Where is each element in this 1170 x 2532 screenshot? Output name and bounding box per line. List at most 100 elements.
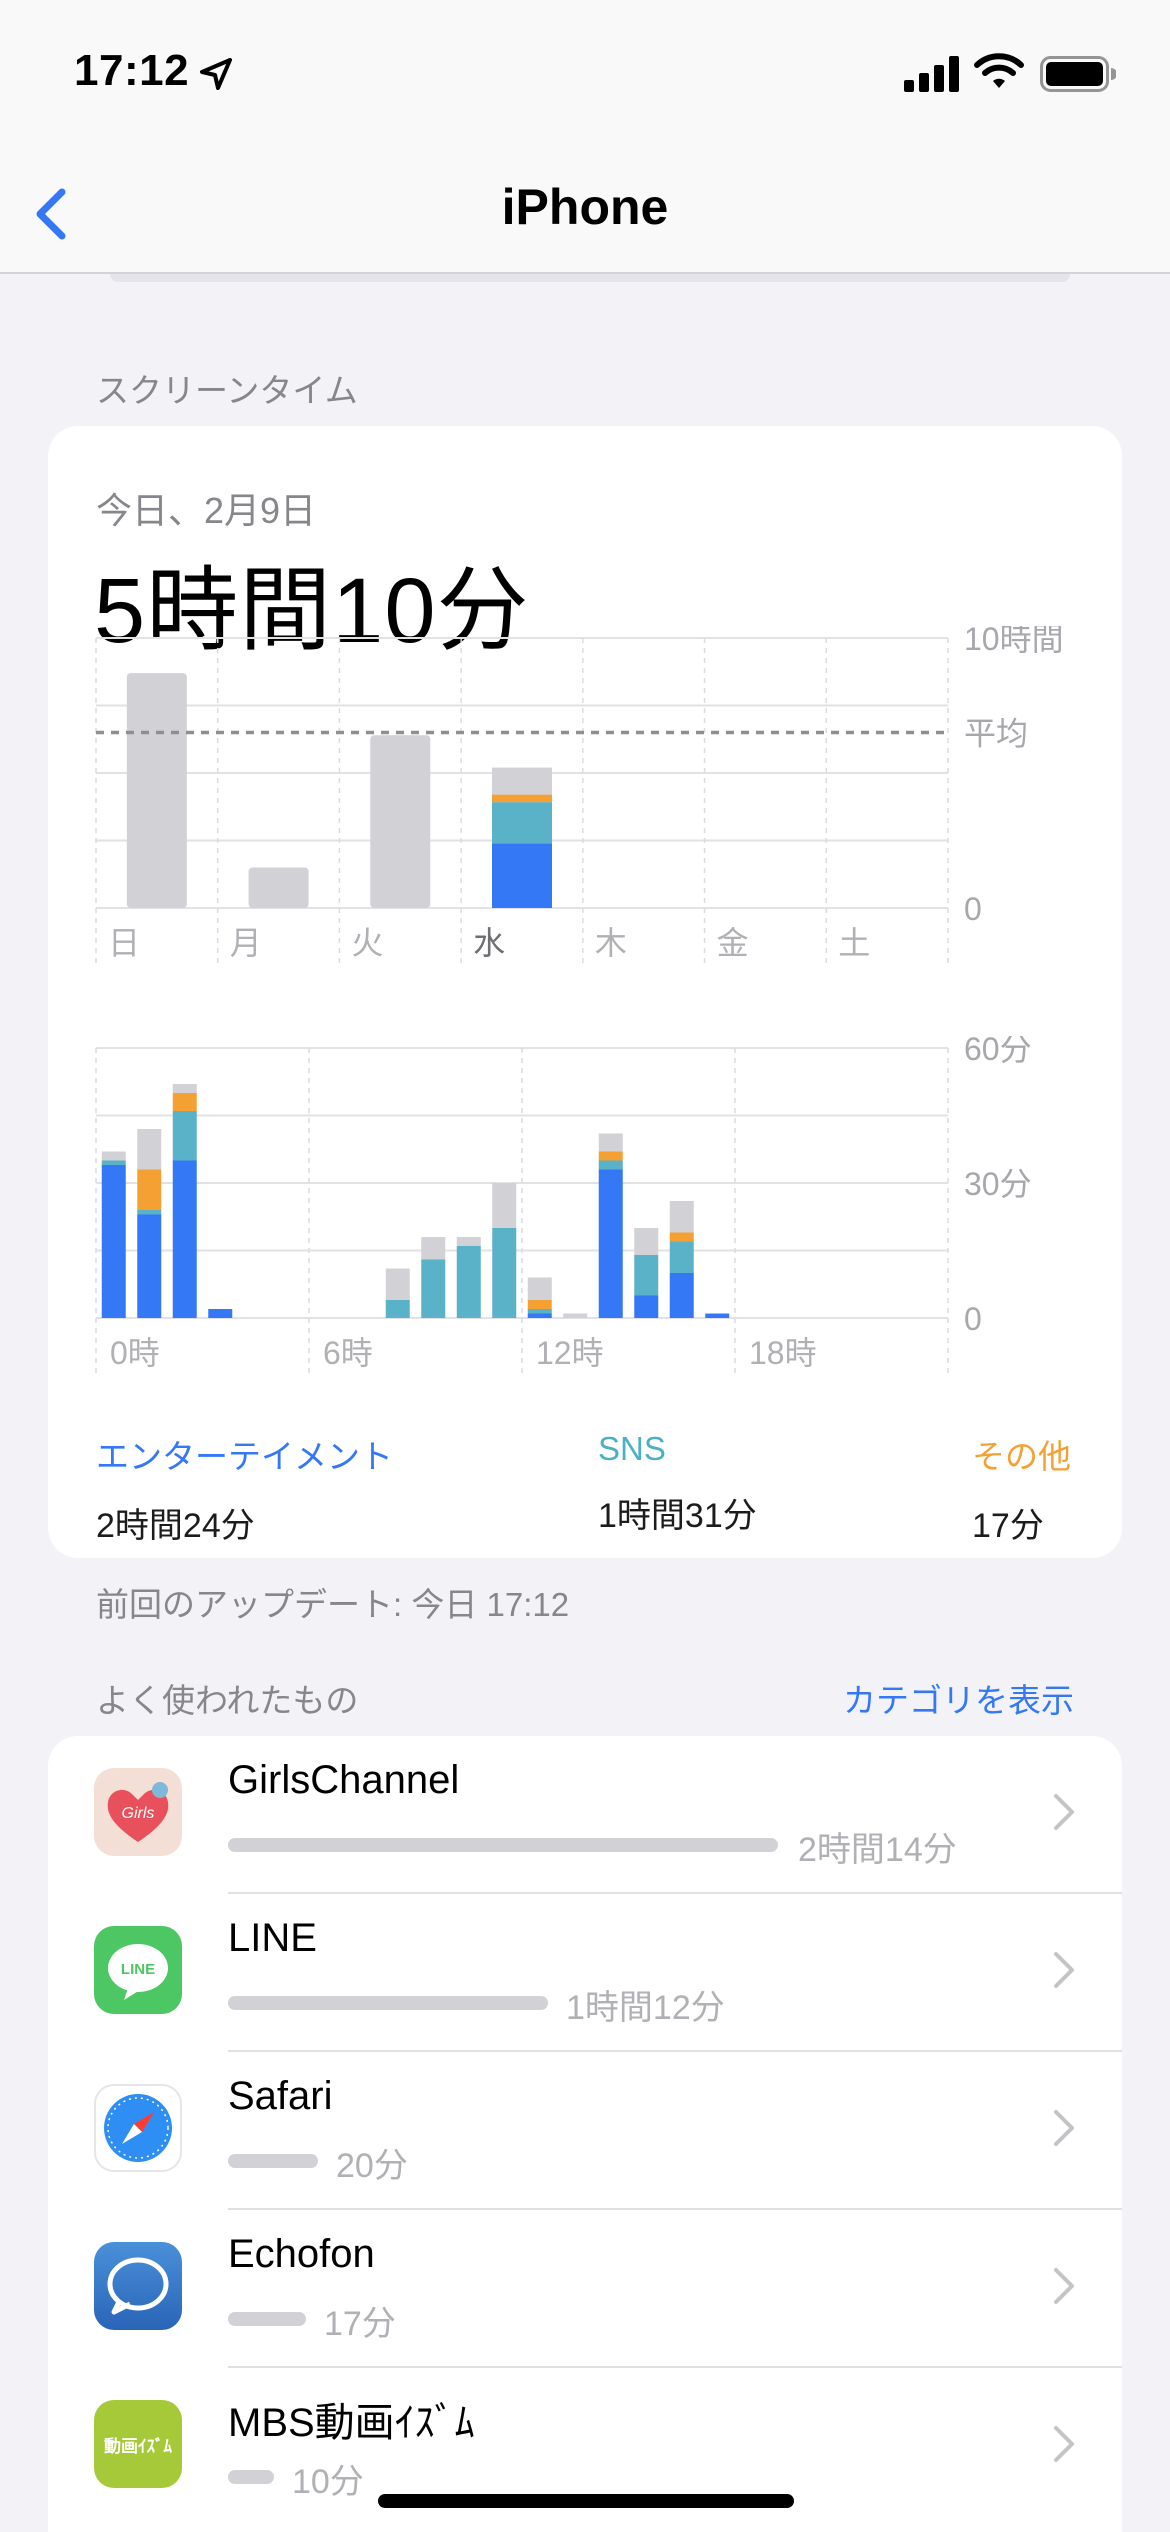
status-time: 17:12	[74, 46, 190, 95]
weekday-label: 金	[717, 925, 749, 961]
hourly-bar-segment	[456, 1237, 481, 1246]
hourly-bar-segment	[456, 1246, 481, 1318]
screen-time-page: 17:12 iPhone スクリーンタイム 今日、2月9日 5時間10分 平均 …	[0, 0, 1170, 2532]
hourly-bar-segment	[172, 1093, 197, 1111]
hourly-bar-segment	[172, 1160, 197, 1318]
usage-time: 10分	[292, 2463, 364, 2501]
weekly-bar	[370, 735, 431, 908]
hourly-bar-segment	[598, 1169, 623, 1318]
line-icon: LINE	[94, 1926, 182, 2014]
date-label: 今日、2月9日	[96, 490, 317, 531]
hourly-bar-segment	[492, 1228, 517, 1318]
app-row-safari[interactable]: Safari 20分	[48, 2052, 1122, 2210]
hourly-bar-segment	[421, 1237, 446, 1260]
weekday-label: 月	[230, 925, 262, 961]
hourly-bar-segment	[385, 1268, 410, 1300]
hourly-bar-segment	[634, 1228, 659, 1255]
most-used-section-header: よく使われたもの	[96, 1682, 359, 1719]
app-name: MBS動画ｲｽﾞﾑ	[228, 2401, 475, 2445]
app-name: Safari	[228, 2074, 333, 2118]
hourly-bar-segment	[385, 1300, 410, 1318]
usage-bar	[228, 2470, 274, 2484]
hourly-y-tick-label: 30分	[964, 1166, 1032, 1202]
legend-other-value: 17分	[972, 1507, 1044, 1545]
chevron-right-icon	[1054, 2268, 1074, 2304]
hourly-bar-segment	[598, 1151, 623, 1161]
hourly-bar-segment	[137, 1169, 162, 1210]
app-name: LINE	[228, 1916, 317, 1960]
app-row-girlschannel[interactable]: Girls GirlsChannel 2時間14分	[48, 1736, 1122, 1894]
screen-time-card[interactable]: 今日、2月9日 5時間10分 平均 10時間 0 日月火水木金土 60分 30分 0 0時 6…	[48, 426, 1122, 1558]
hourly-bar-segment	[634, 1295, 659, 1318]
girlschannel-icon-text: Girls	[122, 1805, 155, 1822]
hourly-bar-segment	[137, 1210, 162, 1215]
hourly-usage-chart[interactable]: 60分 30分 0 0時 6時 12時 18時	[48, 1036, 1122, 1396]
legend-sns: SNS 1時間31分	[598, 1430, 757, 1537]
app-row-line[interactable]: LINE LINE 1時間12分	[48, 1894, 1122, 2052]
hour-tick-label: 0時	[110, 1335, 160, 1371]
chevron-right-icon	[1054, 2110, 1074, 2146]
hourly-bar-segment	[669, 1201, 694, 1233]
weekly-usage-chart[interactable]: 平均 10時間 0 日 月 火 水 木 金 土	[48, 626, 1122, 996]
hourly-bar-segment	[598, 1160, 623, 1170]
chevron-right-icon	[1054, 2426, 1074, 2462]
safari-icon	[94, 2084, 182, 2172]
legend-entertainment-value: 2時間24分	[96, 1507, 255, 1545]
show-categories-link[interactable]: カテゴリを表示	[843, 1674, 1074, 1722]
weekly-bar	[248, 867, 309, 908]
app-name: Echofon	[228, 2232, 375, 2276]
echofon-icon	[94, 2242, 182, 2330]
girlschannel-icon: Girls	[94, 1768, 182, 1856]
line-icon-text: LINE	[121, 1961, 155, 1978]
weekly-bar-segment-other	[492, 794, 552, 803]
navigation-bar: iPhone	[0, 150, 1170, 274]
hourly-bar-segment	[527, 1277, 552, 1300]
weekday-label: 土	[838, 925, 870, 961]
app-row-echofon[interactable]: Echofon 17分	[48, 2210, 1122, 2368]
location-arrow-icon	[200, 58, 232, 90]
hourly-bar-segment	[563, 1313, 588, 1318]
most-used-list: Girls GirlsChannel 2時間14分 LINE LINE 1時間1…	[48, 1736, 1122, 2532]
hourly-bar-segment	[208, 1309, 233, 1318]
average-label: 平均	[964, 716, 1028, 752]
usage-time: 20分	[336, 2147, 408, 2185]
hourly-bar-segment	[634, 1255, 659, 1296]
hourly-bar-segment	[527, 1313, 552, 1318]
weekday-label: 水	[473, 925, 505, 961]
hourly-bar-segment	[421, 1259, 446, 1318]
app-name: GirlsChannel	[228, 1758, 460, 1802]
weekly-bar-segment-entertainment	[492, 843, 552, 908]
weekly-bar-segment-uncategorized	[492, 767, 552, 795]
page-title: iPhone	[501, 179, 669, 235]
hourly-y-tick-label: 60分	[964, 1036, 1032, 1067]
hourly-bar-segment	[172, 1111, 197, 1161]
weekday-label: 火	[351, 925, 383, 961]
legend-other-label: その他	[972, 1438, 1071, 1475]
hourly-bar-segment	[101, 1165, 126, 1318]
hourly-bar-segment	[492, 1183, 517, 1228]
hourly-bar-segment	[137, 1214, 162, 1318]
hourly-bar-segment	[172, 1084, 197, 1093]
usage-bar	[228, 1838, 778, 1852]
legend-sns-value: 1時間31分	[598, 1497, 757, 1535]
last-update-text: 前回のアップデート: 今日 17:12	[96, 1586, 570, 1623]
home-indicator[interactable]	[378, 2494, 794, 2508]
usage-bar	[228, 2312, 306, 2326]
legend-entertainment-label: エンターテイメント	[96, 1438, 393, 1475]
hourly-bar-segment	[669, 1241, 694, 1273]
battery-icon	[1040, 56, 1116, 92]
hour-tick-label: 18時	[749, 1335, 817, 1371]
chevron-right-icon	[1054, 1952, 1074, 1988]
mbs-icon-text: 動画ｲｽﾞﾑ	[104, 2436, 172, 2457]
hourly-bar-segment	[101, 1151, 126, 1161]
weekly-y-max-label: 10時間	[964, 626, 1064, 657]
weekday-label: 木	[595, 925, 627, 961]
status-bar: 17:12	[0, 0, 1170, 150]
hourly-bar-segment	[527, 1309, 552, 1314]
usage-time: 2時間14分	[798, 1831, 957, 1869]
chevron-right-icon	[1054, 1794, 1074, 1830]
legend-entertainment: エンターテイメント 2時間24分	[96, 1430, 393, 1547]
mbs-icon: 動画ｲｽﾞﾑ	[94, 2400, 182, 2488]
hourly-y-tick-label: 0	[964, 1301, 982, 1337]
usage-time: 17分	[324, 2305, 396, 2343]
